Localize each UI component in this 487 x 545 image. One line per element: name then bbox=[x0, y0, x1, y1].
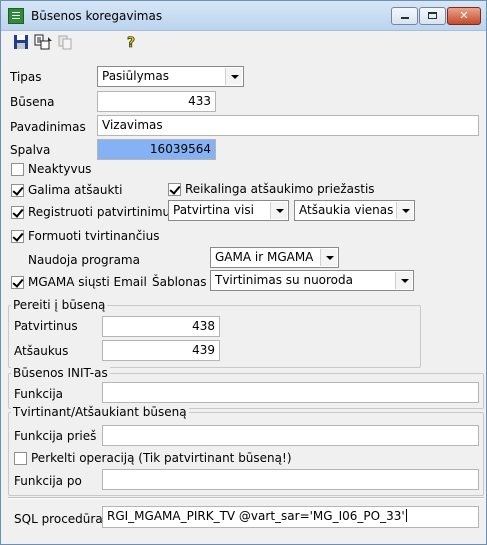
spalva-field[interactable]: 16039564 bbox=[97, 139, 216, 160]
separator bbox=[8, 497, 484, 499]
patvirtina-value: Patvirtina visi bbox=[173, 203, 254, 217]
atsaukus-label: Atšaukus bbox=[14, 344, 69, 358]
registruoti-label: Registruoti patvirtinimus bbox=[28, 205, 177, 219]
funkcija-po-label: Funkcija po bbox=[14, 474, 82, 488]
pavadinimas-label: Pavadinimas bbox=[10, 120, 86, 134]
save-icon bbox=[14, 35, 28, 49]
chevron-down-icon bbox=[225, 68, 242, 85]
funkcija-po-field[interactable] bbox=[102, 469, 479, 490]
init-funkcija-label: Funkcija bbox=[14, 387, 64, 401]
dialog-window: Būsenos koregavimas ✕ ? Tipas Pasiūlymas… bbox=[0, 0, 487, 545]
sablonas-select[interactable]: Tvirtinimas su nuoroda bbox=[210, 270, 414, 291]
neaktyvus-label: Neaktyvus bbox=[28, 162, 92, 176]
sql-procedura-field[interactable]: RGI_MGAMA_PIRK_TV @vart_sar='MG_I06_PO_3… bbox=[102, 506, 479, 528]
app-icon bbox=[8, 8, 24, 24]
patvirtinus-label: Patvirtinus bbox=[14, 319, 78, 333]
perkelti-checkbox[interactable] bbox=[14, 452, 27, 465]
sql-procedura-value: RGI_MGAMA_PIRK_TV @vart_sar='MG_I06_PO_3… bbox=[107, 509, 405, 523]
naudoja-select[interactable]: GAMA ir MGAMA bbox=[210, 247, 339, 268]
atsaukia-value: Atšaukia vienas bbox=[299, 203, 394, 217]
galima-atsaukti-label: Galima atšaukti bbox=[28, 183, 123, 197]
text-caret bbox=[405, 509, 407, 522]
copy-settings-icon bbox=[34, 34, 52, 50]
tipas-value: Pasiūlymas bbox=[102, 69, 169, 83]
pavadinimas-field[interactable]: Vizavimas bbox=[97, 115, 479, 136]
funkcija-pries-label: Funkcija prieš bbox=[14, 429, 97, 443]
busena-field[interactable]: 433 bbox=[97, 91, 216, 112]
spalva-label: Spalva bbox=[10, 143, 51, 157]
tvirtinant-legend: Tvirtinant/Atšaukiant būseną bbox=[11, 405, 189, 419]
help-button[interactable]: ? bbox=[124, 34, 142, 52]
tipas-select[interactable]: Pasiūlymas bbox=[97, 66, 244, 87]
maximize-button[interactable] bbox=[419, 7, 446, 25]
chevron-down-icon bbox=[320, 249, 337, 266]
galima-atsaukti-checkbox[interactable] bbox=[11, 184, 24, 197]
help-icon: ? bbox=[127, 35, 136, 52]
init-legend: Būsenos INIT-as bbox=[11, 366, 110, 380]
init-funkcija-field[interactable] bbox=[102, 382, 479, 403]
reikalinga-priezastis-checkbox[interactable] bbox=[168, 183, 181, 196]
title-bar[interactable]: Būsenos koregavimas ✕ bbox=[1, 1, 486, 31]
chevron-down-icon bbox=[396, 202, 413, 219]
atsaukus-field[interactable]: 439 bbox=[102, 340, 220, 361]
chevron-down-icon bbox=[395, 272, 412, 289]
mgama-email-checkbox[interactable] bbox=[11, 276, 24, 289]
sablonas-label: Šablonas bbox=[152, 275, 207, 289]
close-icon: ✕ bbox=[459, 9, 469, 22]
atsaukia-select[interactable]: Atšaukia vienas bbox=[294, 200, 415, 221]
minimize-button[interactable] bbox=[391, 7, 418, 25]
naudoja-label: Naudoja programa bbox=[28, 253, 140, 267]
paste-button[interactable] bbox=[57, 34, 75, 52]
reikalinga-priezastis-label: Reikalinga atšaukimo priežastis bbox=[185, 182, 375, 196]
tipas-label: Tipas bbox=[10, 70, 42, 84]
copy-settings-button[interactable] bbox=[34, 34, 56, 52]
chevron-down-icon bbox=[270, 202, 287, 219]
perkelti-label: Perkelti operaciją (Tik patvirtinant būs… bbox=[31, 451, 292, 465]
formuoti-checkbox[interactable] bbox=[11, 230, 24, 243]
busena-label: Būsena bbox=[10, 95, 55, 109]
svg-text:?: ? bbox=[127, 35, 135, 50]
window-title: Būsenos koregavimas bbox=[31, 9, 163, 23]
neaktyvus-checkbox[interactable] bbox=[11, 163, 24, 176]
formuoti-label: Formuoti tvirtinančius bbox=[28, 229, 160, 243]
sql-procedura-label: SQL procedūra bbox=[14, 512, 103, 526]
patvirtinus-field[interactable]: 438 bbox=[102, 316, 220, 337]
paste-icon bbox=[58, 35, 72, 50]
naudoja-value: GAMA ir MGAMA bbox=[215, 250, 314, 264]
toolbar: ? bbox=[1, 31, 486, 55]
sablonas-value: Tvirtinimas su nuoroda bbox=[215, 273, 353, 287]
pereiti-legend: Pereiti į būseną bbox=[11, 298, 108, 312]
patvirtina-select[interactable]: Patvirtina visi bbox=[168, 200, 289, 221]
close-button[interactable]: ✕ bbox=[447, 7, 481, 25]
mgama-email-label: MGAMA siųsti Email bbox=[28, 275, 147, 289]
minimize-icon bbox=[400, 17, 409, 19]
save-button[interactable] bbox=[13, 34, 31, 52]
registruoti-checkbox[interactable] bbox=[11, 206, 24, 219]
maximize-icon bbox=[428, 12, 437, 19]
funkcija-pries-field[interactable] bbox=[102, 425, 479, 446]
